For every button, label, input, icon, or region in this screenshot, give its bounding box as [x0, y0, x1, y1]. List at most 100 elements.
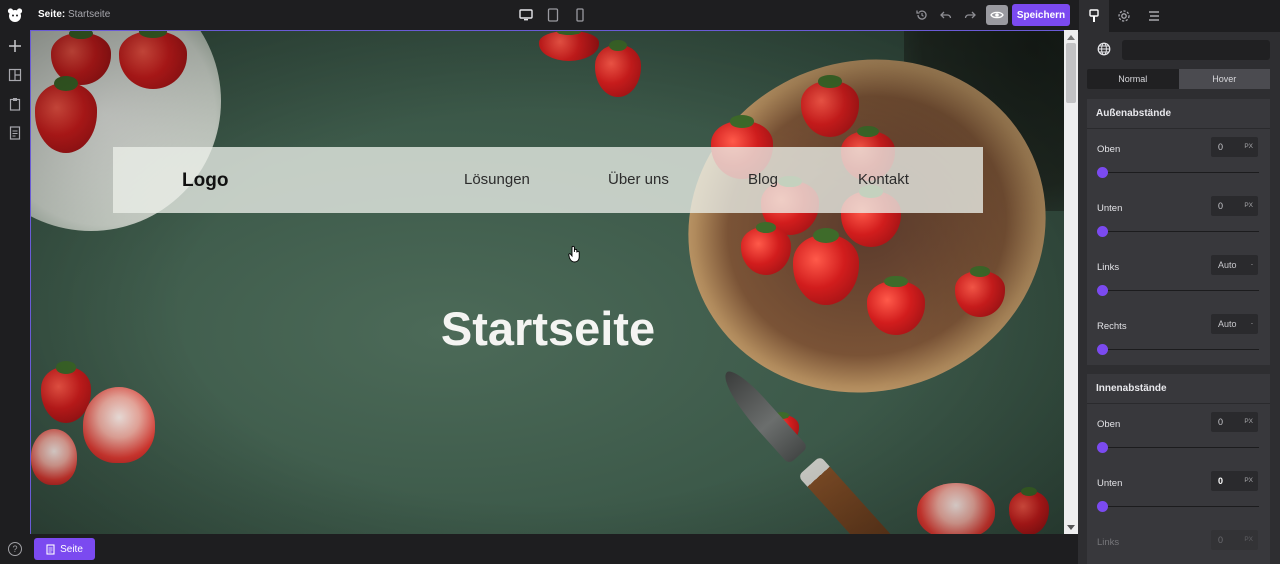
margin-left-row: Links Auto - — [1087, 249, 1270, 308]
margin-top-slider-track[interactable] — [1102, 172, 1259, 173]
site-header[interactable]: Logo Lösungen Über uns Blog Kontakt — [113, 147, 983, 213]
margin-left-slider-track[interactable] — [1102, 290, 1259, 291]
margin-top-input[interactable]: 0 PX — [1211, 137, 1258, 157]
selector-input[interactable] — [1122, 40, 1270, 60]
help-icon[interactable]: ? — [8, 542, 22, 556]
pages-icon[interactable] — [7, 125, 23, 141]
history-controls — [914, 7, 978, 23]
left-sidebar — [0, 30, 30, 534]
hero-title[interactable]: Startseite — [31, 301, 1064, 356]
undo-icon[interactable] — [938, 7, 954, 23]
state-tab-hover[interactable]: Hover — [1178, 69, 1270, 89]
canvas-scrollbar[interactable] — [1064, 30, 1078, 534]
padding-bottom-input[interactable]: 0 PX — [1211, 471, 1258, 491]
layout-icon[interactable] — [7, 67, 23, 83]
list-icon — [1149, 11, 1159, 21]
padding-top-label: Oben — [1097, 419, 1121, 430]
margin-bottom-unit[interactable]: PX — [1244, 202, 1253, 209]
gear-icon — [1118, 10, 1130, 22]
margin-left-unit[interactable]: - — [1251, 261, 1253, 268]
hand-cursor-icon — [568, 245, 582, 263]
page-canvas[interactable]: Logo Lösungen Über uns Blog Kontakt Star… — [30, 30, 1064, 534]
padding-bottom-unit[interactable]: PX — [1244, 477, 1253, 484]
scrollbar-thumb[interactable] — [1066, 43, 1076, 103]
scroll-up-arrow-icon[interactable] — [1067, 35, 1075, 40]
padding-top-input[interactable]: 0 PX — [1211, 412, 1258, 432]
padding-bottom-slider-track[interactable] — [1102, 506, 1259, 507]
margin-left-label: Links — [1097, 262, 1120, 273]
margin-right-value: Auto — [1218, 319, 1237, 329]
padding-bottom-value: 0 — [1218, 476, 1224, 486]
save-button[interactable]: Speichern — [1012, 4, 1070, 26]
margin-section: Außenabstände Oben 0 PX Unten 0 PX Links… — [1087, 99, 1270, 365]
padding-top-unit[interactable]: PX — [1244, 418, 1253, 425]
tablet-icon[interactable] — [545, 7, 561, 23]
panel-tab-bar — [1078, 0, 1280, 32]
style-panel: Normal Hover Außenabstände Oben 0 PX Unt… — [1078, 32, 1280, 564]
margin-left-value: Auto — [1218, 260, 1237, 270]
preview-eye-button[interactable] — [986, 5, 1008, 25]
padding-top-slider-handle[interactable] — [1097, 442, 1108, 453]
margin-right-label: Rechts — [1097, 321, 1127, 332]
padding-left-label: Links — [1097, 537, 1120, 548]
current-page-label[interactable]: Seite: Startseite — [38, 9, 110, 20]
margin-right-input[interactable]: Auto - — [1211, 314, 1258, 334]
margin-right-row: Rechts Auto - — [1087, 308, 1270, 367]
margin-top-slider-handle[interactable] — [1097, 167, 1108, 178]
tab-layers[interactable] — [1139, 0, 1169, 32]
padding-bottom-slider-handle[interactable] — [1097, 501, 1108, 512]
margin-top-label: Oben — [1097, 144, 1121, 155]
page-label-name: Startseite — [68, 9, 111, 20]
redo-icon[interactable] — [962, 7, 978, 23]
page-button[interactable]: Seite — [34, 538, 95, 560]
padding-top-row: Oben 0 PX — [1087, 406, 1270, 465]
scroll-down-arrow-icon[interactable] — [1067, 525, 1075, 530]
brush-icon — [1089, 9, 1099, 22]
history-icon[interactable] — [914, 7, 930, 23]
nav-link-ueber-uns[interactable]: Über uns — [608, 171, 669, 188]
nav-link-blog[interactable]: Blog — [748, 171, 778, 188]
padding-section: Innenabstände Oben 0 PX Unten 0 PX Links… — [1087, 374, 1270, 564]
padding-section-title[interactable]: Innenabstände — [1087, 374, 1270, 404]
margin-left-input[interactable]: Auto - — [1211, 255, 1258, 275]
tab-settings[interactable] — [1109, 0, 1139, 32]
page-icon — [46, 543, 55, 555]
builder-app: Seite: Startseite Speichern Logo Lösunge… — [0, 0, 1280, 564]
mobile-icon[interactable] — [572, 7, 588, 23]
add-icon[interactable] — [7, 38, 23, 54]
margin-top-unit[interactable]: PX — [1244, 143, 1253, 150]
padding-top-slider-track[interactable] — [1102, 447, 1259, 448]
state-tabs: Normal Hover — [1087, 69, 1270, 89]
bottom-bar: ? Seite — [0, 534, 1078, 564]
margin-right-slider-handle[interactable] — [1097, 344, 1108, 355]
margin-top-row: Oben 0 PX — [1087, 131, 1270, 190]
padding-left-input[interactable]: 0 PX — [1211, 530, 1258, 550]
margin-bottom-input[interactable]: 0 PX — [1211, 196, 1258, 216]
margin-section-title[interactable]: Außenabstände — [1087, 99, 1270, 129]
top-toolbar: Seite: Startseite Speichern — [0, 0, 1078, 30]
state-tab-normal[interactable]: Normal — [1087, 69, 1179, 89]
margin-top-value: 0 — [1218, 142, 1224, 152]
clipboard-icon[interactable] — [7, 96, 23, 112]
padding-left-row: Links 0 PX — [1087, 524, 1270, 564]
margin-bottom-slider-handle[interactable] — [1097, 226, 1108, 237]
margin-right-unit[interactable]: - — [1251, 320, 1253, 327]
margin-bottom-label: Unten — [1097, 203, 1123, 214]
margin-bottom-value: 0 — [1218, 201, 1224, 211]
desktop-icon[interactable] — [518, 7, 534, 23]
margin-left-slider-handle[interactable] — [1097, 285, 1108, 296]
padding-bottom-label: Unten — [1097, 478, 1123, 489]
tab-style[interactable] — [1079, 0, 1109, 32]
site-logo[interactable]: Logo — [182, 170, 228, 192]
page-button-label: Seite — [60, 543, 83, 555]
padding-left-unit[interactable]: PX — [1244, 536, 1253, 543]
padding-top-value: 0 — [1218, 417, 1224, 427]
margin-right-slider-track[interactable] — [1102, 349, 1259, 350]
nav-link-kontakt[interactable]: Kontakt — [858, 171, 909, 188]
nav-link-loesungen[interactable]: Lösungen — [464, 171, 530, 188]
app-logo-icon[interactable] — [6, 6, 24, 24]
globe-icon[interactable] — [1097, 42, 1111, 56]
background-vignette — [31, 31, 1064, 534]
margin-bottom-slider-track[interactable] — [1102, 231, 1259, 232]
padding-left-value: 0 — [1218, 535, 1224, 545]
